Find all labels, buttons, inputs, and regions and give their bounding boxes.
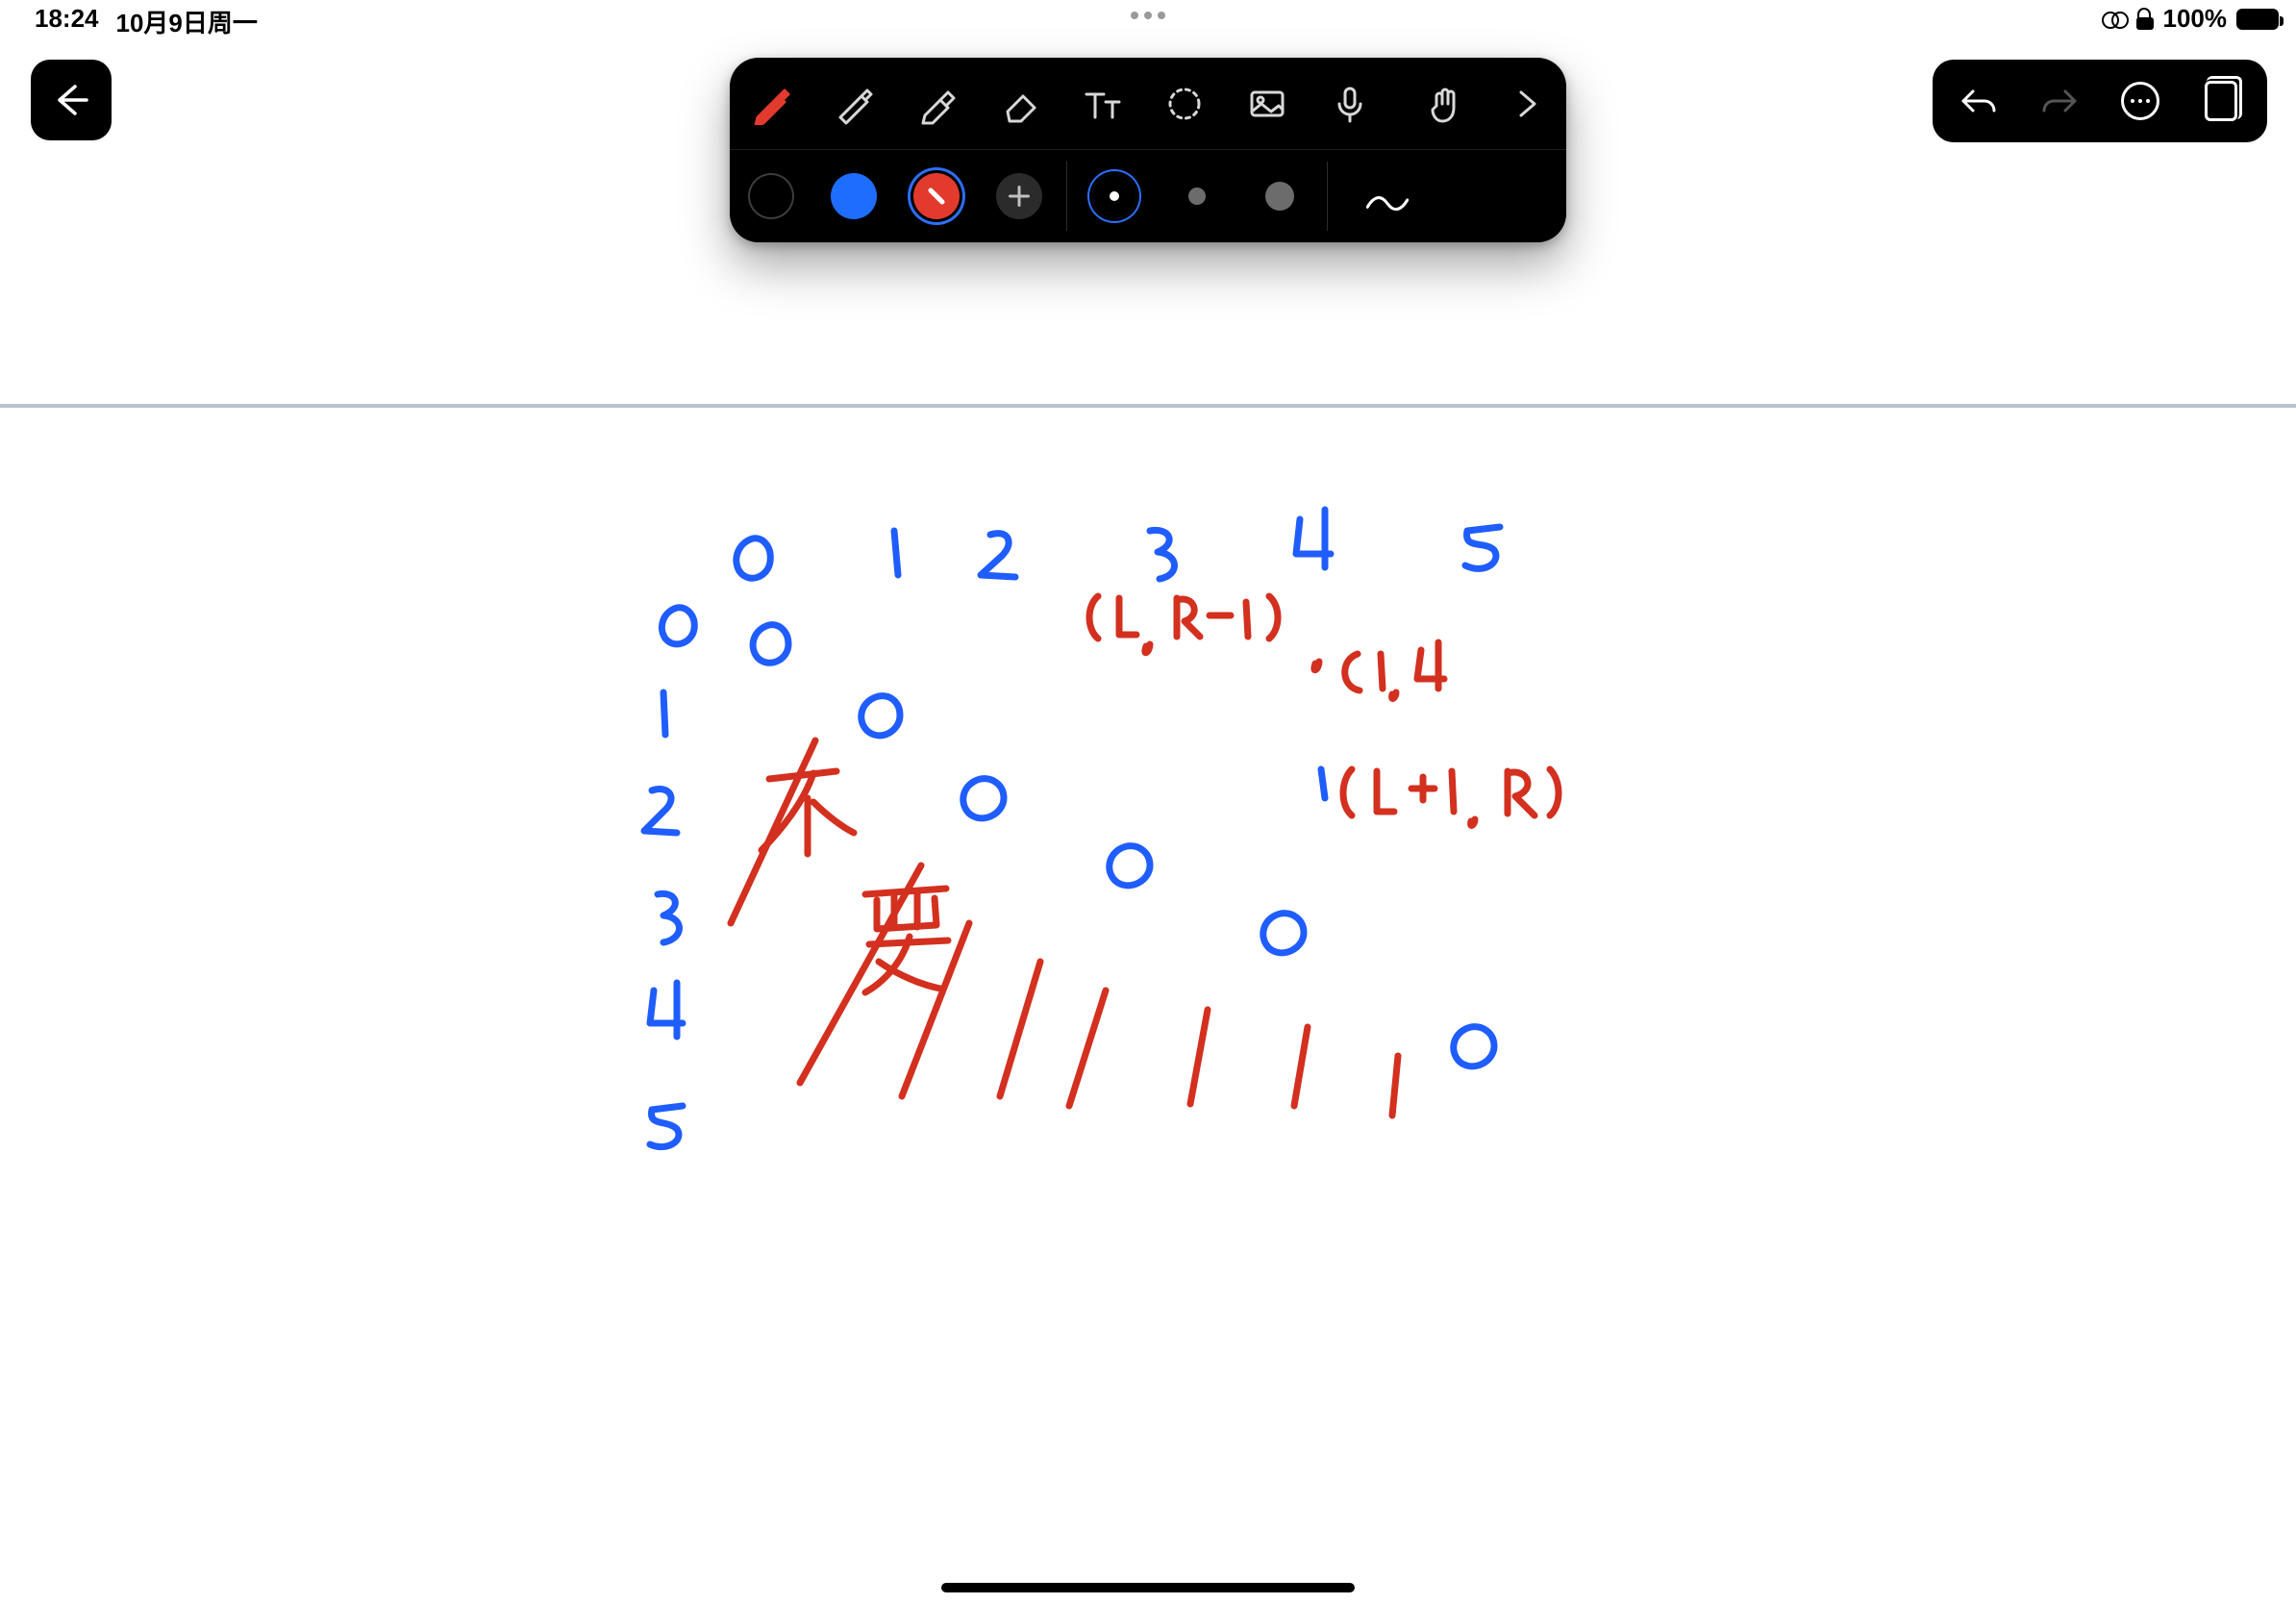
- right-toolbar: [1933, 60, 2267, 142]
- color-swatch-icon: [748, 173, 794, 219]
- color-add[interactable]: [978, 150, 1061, 242]
- annotation-dot: [1160, 663, 1178, 680]
- canvas-row-labels: [644, 608, 694, 1147]
- selected-ring-icon: [1092, 174, 1136, 218]
- undo-icon: [1959, 82, 1998, 120]
- color-blue[interactable]: [812, 150, 895, 242]
- page-divider: [0, 404, 2296, 408]
- annotation-dot-2: [1327, 783, 1342, 798]
- header-0: [736, 539, 770, 578]
- row-label-3: [658, 893, 680, 942]
- chevron-right-icon: [1506, 83, 1548, 125]
- stroke-medium[interactable]: [1156, 150, 1238, 242]
- lasso-tool[interactable]: [1143, 58, 1226, 150]
- dot-icon: [1158, 12, 1165, 19]
- separator: [1327, 162, 1328, 231]
- status-right: 100%: [2102, 4, 2280, 34]
- pages-icon: [2205, 81, 2237, 121]
- eraser-icon: [998, 83, 1040, 125]
- dot-icon: [1131, 12, 1138, 19]
- annotation-bu-yao: [761, 771, 948, 992]
- status-time: 18:24: [35, 4, 99, 39]
- row-label-2: [644, 789, 677, 833]
- hand-icon: [1423, 83, 1465, 125]
- highlighter-icon: [915, 83, 958, 125]
- more-icon: [2121, 82, 2159, 120]
- undo-button[interactable]: [1958, 80, 2000, 122]
- pencil-icon: [833, 83, 875, 125]
- canvas-col-headers: [736, 510, 1500, 579]
- annotation-lr-minus-1: [1089, 596, 1278, 653]
- gesture-tool[interactable]: [1403, 58, 1485, 150]
- redo-icon: [2040, 82, 2079, 120]
- annotation-lplus1-r: [1343, 769, 1559, 825]
- status-left: 18:24 10月9日周一: [35, 4, 258, 39]
- image-icon: [1246, 83, 1288, 125]
- arrow-left-icon: [52, 81, 90, 119]
- more-menu-button[interactable]: [2119, 80, 2161, 122]
- pen-icon: [750, 83, 792, 125]
- stroke-style-wave[interactable]: [1334, 150, 1468, 242]
- header-1: [894, 531, 898, 575]
- row-label-5: [650, 1106, 683, 1147]
- home-indicator: [941, 1583, 1355, 1592]
- header-5: [1465, 527, 1500, 568]
- color-black[interactable]: [730, 150, 812, 242]
- canvas-diagonal: [753, 625, 1494, 1066]
- row-label-1: [663, 692, 665, 735]
- pages-button[interactable]: [2200, 80, 2242, 122]
- annotation-colon: [1314, 662, 1319, 670]
- back-button[interactable]: [31, 60, 112, 140]
- text-icon: [1081, 83, 1123, 125]
- wave-icon: [1366, 182, 1435, 211]
- voice-tool[interactable]: [1309, 58, 1391, 150]
- hatching: [731, 740, 1398, 1115]
- header-2: [981, 534, 1015, 577]
- color-swatch-icon: [831, 173, 877, 219]
- battery-percent: 100%: [2163, 4, 2228, 34]
- link-icon: [2102, 10, 2127, 29]
- dot-icon: [1188, 188, 1206, 205]
- pen-tool[interactable]: [730, 58, 812, 150]
- main-toolbar: [730, 58, 1566, 242]
- style-row: [730, 150, 1566, 242]
- eraser-tool[interactable]: [978, 58, 1061, 150]
- redo-button[interactable]: [2038, 80, 2081, 122]
- row-label-4: [650, 983, 683, 1037]
- insert-image-tool[interactable]: [1226, 58, 1309, 150]
- lasso-icon: [1163, 83, 1206, 125]
- stroke-large[interactable]: [1238, 150, 1321, 242]
- text-tool[interactable]: [1061, 58, 1143, 150]
- color-swatch-icon: [913, 173, 960, 219]
- multitask-dots[interactable]: [1131, 12, 1165, 19]
- tools-row: [730, 58, 1566, 150]
- plus-icon: [996, 173, 1042, 219]
- stroke-small[interactable]: [1073, 150, 1156, 242]
- canvas-tick: [1321, 769, 1325, 798]
- dot-icon: [1144, 12, 1152, 19]
- dot-icon: [1110, 191, 1119, 201]
- microphone-icon: [1329, 83, 1371, 125]
- pencil-tool[interactable]: [812, 58, 895, 150]
- highlighter-tool[interactable]: [895, 58, 978, 150]
- orientation-lock-icon: [2136, 9, 2154, 30]
- status-date: 10月9日周一: [116, 4, 258, 39]
- toolbar-more[interactable]: [1485, 58, 1566, 150]
- battery-icon: [2236, 9, 2279, 30]
- annotation-c14: [1345, 642, 1444, 698]
- header-3: [1150, 530, 1175, 579]
- status-bar: 18:24 10月9日周一 100%: [0, 0, 2296, 35]
- header-4: [1296, 510, 1331, 567]
- row-label-0: [661, 608, 694, 644]
- separator: [1066, 162, 1067, 231]
- dot-icon: [1265, 182, 1294, 211]
- color-red[interactable]: [895, 150, 978, 242]
